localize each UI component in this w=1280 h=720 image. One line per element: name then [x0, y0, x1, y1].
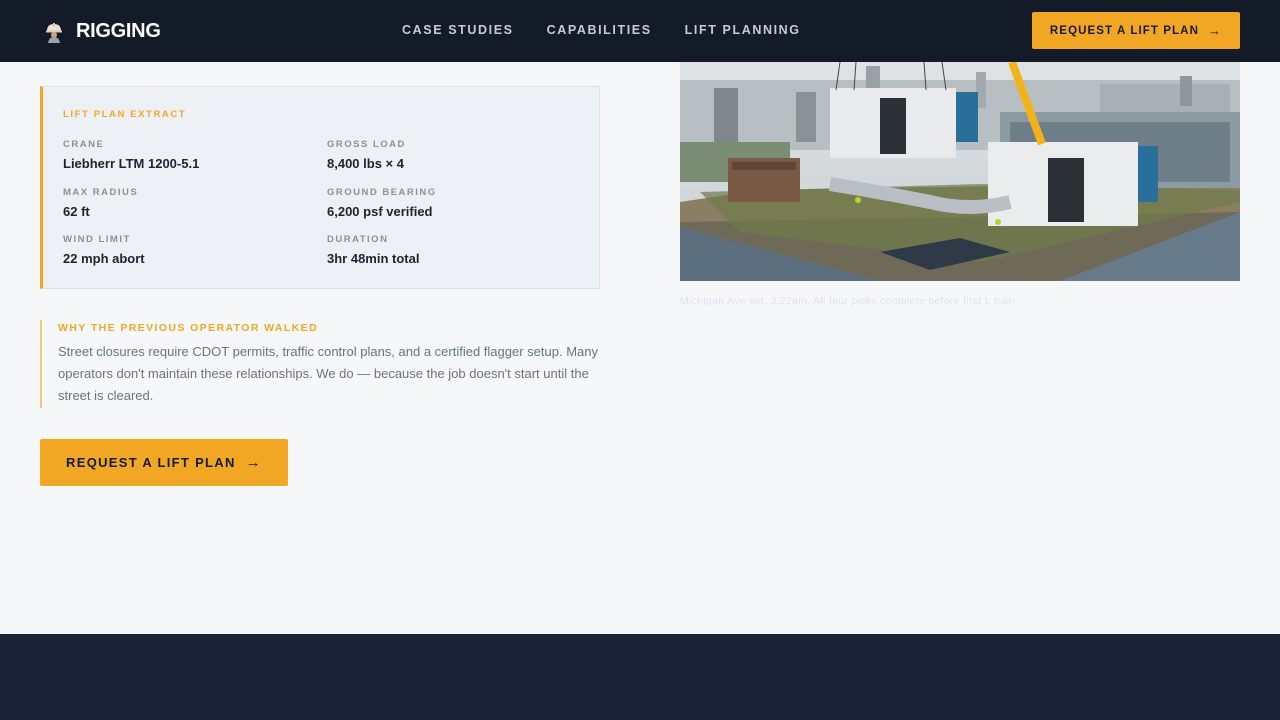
spec-value: 62 ft — [63, 204, 90, 219]
lift-plan-card: LIFT PLAN EXTRACT CRANE Liebherr LTM 120… — [40, 86, 600, 289]
nav-case-studies[interactable]: CASE STUDIES — [402, 22, 514, 38]
spec-label: GROSS LOAD — [327, 139, 406, 150]
why-operator-walked-section: WHY THE PREVIOUS OPERATOR WALKED Street … — [40, 320, 600, 408]
main-nav: CASE STUDIES CAPABILITIES LIFT PLANNING — [402, 22, 834, 38]
brand-name: RIGGING — [76, 19, 161, 42]
request-lift-plan-header-button[interactable]: REQUEST A LIFT PLAN → — [1032, 12, 1240, 49]
request-lift-plan-header-label: REQUEST A LIFT PLAN — [1049, 24, 1199, 37]
nav-capabilities[interactable]: CAPABILITIES — [547, 22, 652, 38]
rooftop-photo-illustration — [680, 62, 1240, 281]
site-footer — [0, 634, 1280, 720]
nav-lift-planning[interactable]: LIFT PLANNING — [685, 22, 801, 38]
spec-label: MAX RADIUS — [63, 187, 139, 198]
spec-value: 3hr 48min total — [327, 251, 420, 266]
arrow-right-icon: → — [245, 454, 262, 471]
photo-caption: Michigan Ave set, 3:22am. All four picks… — [680, 295, 1019, 307]
site-header: RIGGING CASE STUDIES CAPABILITIES LIFT P… — [0, 0, 1280, 62]
why-title: WHY THE PREVIOUS OPERATOR WALKED — [58, 322, 319, 334]
spec-value: Liebherr LTM 1200-5.1 — [63, 156, 200, 171]
spec-wind-limit: WIND LIMIT 22 mph abort — [63, 234, 145, 266]
spec-gross-load: GROSS LOAD 8,400 lbs × 4 — [327, 139, 406, 171]
spec-crane: CRANE Liebherr LTM 1200-5.1 — [63, 139, 199, 171]
spec-value: 6,200 psf verified — [327, 204, 433, 219]
hardhat-worker-icon — [46, 23, 62, 43]
brand-logo-link[interactable]: RIGGING — [42, 17, 161, 45]
spec-value: 8,400 lbs × 4 — [327, 156, 404, 171]
lift-plan-title: LIFT PLAN EXTRACT — [63, 109, 187, 120]
spec-label: CRANE — [63, 139, 105, 150]
spec-duration: DURATION 3hr 48min total — [327, 234, 419, 266]
spec-value: 22 mph abort — [63, 251, 145, 266]
spec-label: WIND LIMIT — [63, 234, 131, 245]
spec-max-radius: MAX RADIUS 62 ft — [63, 187, 138, 219]
request-lift-plan-button[interactable]: REQUEST A LIFT PLAN → — [40, 439, 288, 486]
spec-label: GROUND BEARING — [327, 187, 437, 198]
arrow-right-icon: → — [1208, 23, 1223, 38]
request-lift-plan-label: REQUEST A LIFT PLAN — [66, 455, 236, 470]
why-body: Street closures require CDOT permits, tr… — [58, 344, 598, 403]
spec-label: DURATION — [327, 234, 389, 245]
spec-ground-bearing: GROUND BEARING 6,200 psf verified — [327, 187, 437, 219]
rooftop-crane-lift-photo — [680, 62, 1240, 281]
